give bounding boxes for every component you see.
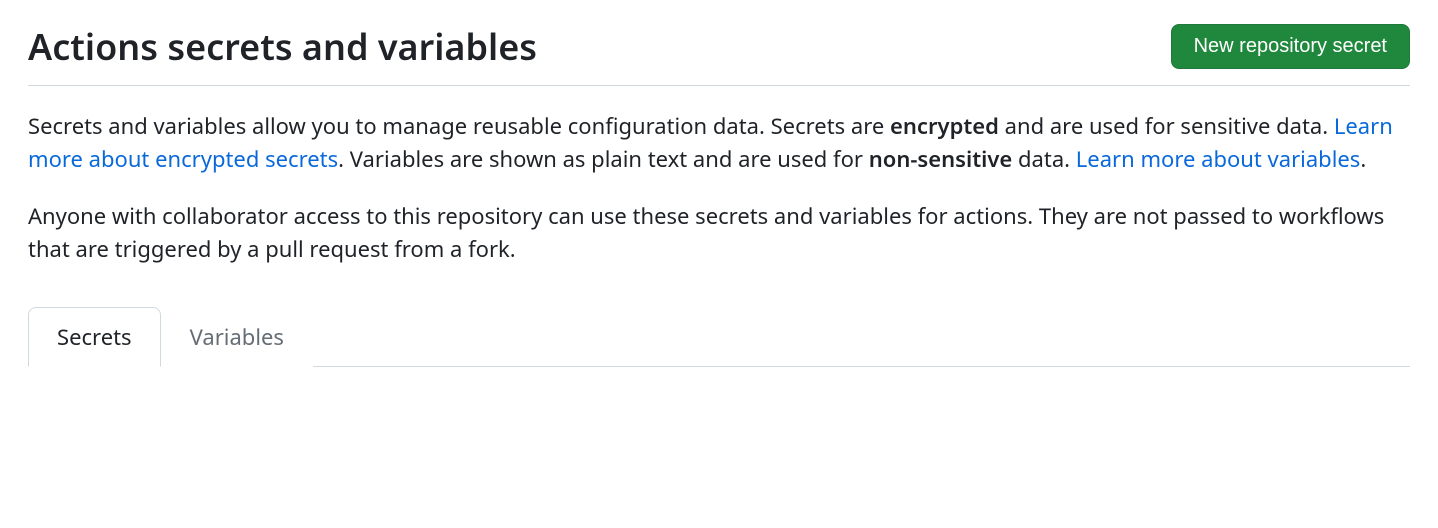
description-text: .: [1360, 144, 1366, 174]
description-text: . Variables are shown as plain text and …: [338, 144, 869, 174]
tabs-container: Secrets Variables: [28, 306, 1410, 367]
description-strong-encrypted: encrypted: [890, 111, 999, 141]
description-text: and are used for sensitive data.: [999, 111, 1334, 141]
description-paragraph-1: Secrets and variables allow you to manag…: [28, 110, 1410, 176]
tab-variables[interactable]: Variables: [161, 307, 313, 367]
page-title: Actions secrets and variables: [28, 24, 537, 69]
learn-more-variables-link[interactable]: Learn more about variables: [1076, 144, 1361, 174]
description-text: Secrets and variables allow you to manag…: [28, 111, 890, 141]
description-text: data.: [1012, 144, 1076, 174]
description-strong-nonsensitive: non-sensitive: [869, 144, 1013, 174]
page-header: Actions secrets and variables New reposi…: [28, 24, 1410, 86]
tab-secrets[interactable]: Secrets: [28, 307, 161, 367]
new-repository-secret-button[interactable]: New repository secret: [1171, 24, 1410, 69]
description-paragraph-2: Anyone with collaborator access to this …: [28, 200, 1410, 266]
